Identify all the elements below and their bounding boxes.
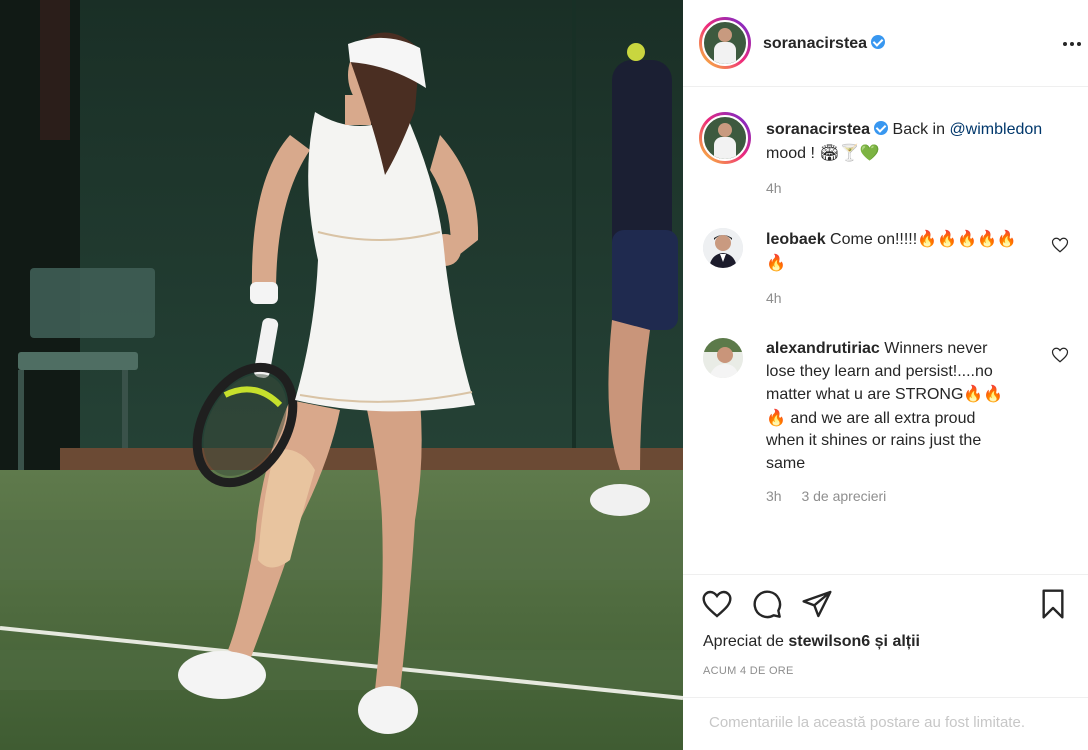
comment-2-body-l3: matter what u are STRONG <box>766 386 964 403</box>
comment-2-like-heart-icon[interactable] <box>1051 346 1069 364</box>
caption-username[interactable]: soranacirstea <box>766 121 870 138</box>
comment-2-body-l4: and we are all extra proud <box>785 409 976 427</box>
comment-2-emojis-l3: 🔥🔥 <box>963 384 1004 403</box>
post-side-panel: soranacirstea soranacirstea Back in @wim… <box>683 0 1088 750</box>
likes-suffix[interactable]: și alții <box>870 633 920 650</box>
commenter-avatar[interactable] <box>703 228 743 268</box>
caption-text: soranacirstea Back in @wimbledon mood ! … <box>766 119 1066 165</box>
comment-2-likes[interactable]: 3 de aprecieri <box>801 488 886 504</box>
post-actions <box>701 588 1073 622</box>
comment-2-body-l5: when it shines or rains just the <box>766 432 982 449</box>
caption-text-after: mood ! <box>766 144 820 162</box>
header-divider <box>683 86 1088 87</box>
comment-1-username[interactable]: leobaek <box>766 231 826 248</box>
person-avatar-icon <box>703 228 743 268</box>
comments-limited-text: Comentariile la această postare au fost … <box>709 714 1025 731</box>
comment-1-meta: 4h <box>766 290 798 306</box>
verified-badge-icon <box>871 35 886 49</box>
caption-avatar[interactable] <box>699 112 751 164</box>
likes-prefix: Apreciat de <box>703 633 789 650</box>
comment-2-text: alexandrutiriac Winners never lose they … <box>766 338 1066 475</box>
person-avatar-icon <box>703 338 743 378</box>
comment-icon[interactable] <box>751 588 783 620</box>
commenter-avatar[interactable] <box>703 338 743 378</box>
comment-2-username[interactable]: alexandrutiriac <box>766 340 880 357</box>
comment-1-emojis: 🔥🔥🔥🔥🔥 <box>917 229 1017 248</box>
caption-text-before: Back in <box>892 121 950 138</box>
comment-2-body-l6: same <box>766 454 806 472</box>
comment-1-like-heart-icon[interactable] <box>1051 236 1069 254</box>
post-header-user: soranacirstea <box>763 33 886 53</box>
send-icon[interactable] <box>801 588 833 620</box>
bookmark-icon[interactable] <box>1037 588 1069 620</box>
comment-1-body: Come on!!!!! <box>830 231 918 248</box>
comments-limited-notice: Comentariile la această postare au fost … <box>683 697 1088 750</box>
comment-2-body-l2: lose they learn and persist!....no <box>766 362 993 380</box>
comment-2-meta: 3h 3 de aprecieri <box>766 488 902 504</box>
comment-2-time[interactable]: 3h <box>766 488 782 504</box>
post-timestamp[interactable]: ACUM 4 DE ORE <box>703 665 794 677</box>
caption-emojis: 🏟🍸💚 <box>819 142 880 162</box>
likes-summary: Apreciat de stewilson6 și alții <box>703 633 920 651</box>
comment-2-emoji-l4: 🔥 <box>766 407 786 427</box>
caption-time[interactable]: 4h <box>766 180 782 196</box>
author-avatar[interactable] <box>699 17 751 69</box>
comment-1-emojis-line2: 🔥 <box>766 252 786 272</box>
post-photo[interactable] <box>0 0 683 750</box>
heart-icon[interactable] <box>701 588 733 620</box>
caption-meta: 4h <box>766 180 798 196</box>
comment-1-text: leobaek Come on!!!!!🔥🔥🔥🔥🔥 🔥 <box>766 228 1066 275</box>
verified-badge-icon <box>874 121 889 135</box>
header-username[interactable]: soranacirstea <box>763 35 867 52</box>
comment-2-body-l1: Winners never <box>884 340 988 357</box>
likes-user-link[interactable]: stewilson6 <box>788 633 870 650</box>
caption-mention-link[interactable]: @wimbledon <box>949 121 1042 138</box>
actions-divider <box>683 574 1088 575</box>
comment-1-time[interactable]: 4h <box>766 290 782 306</box>
tennis-player-photo <box>0 0 683 750</box>
more-horizontal-icon[interactable] <box>1063 42 1081 46</box>
